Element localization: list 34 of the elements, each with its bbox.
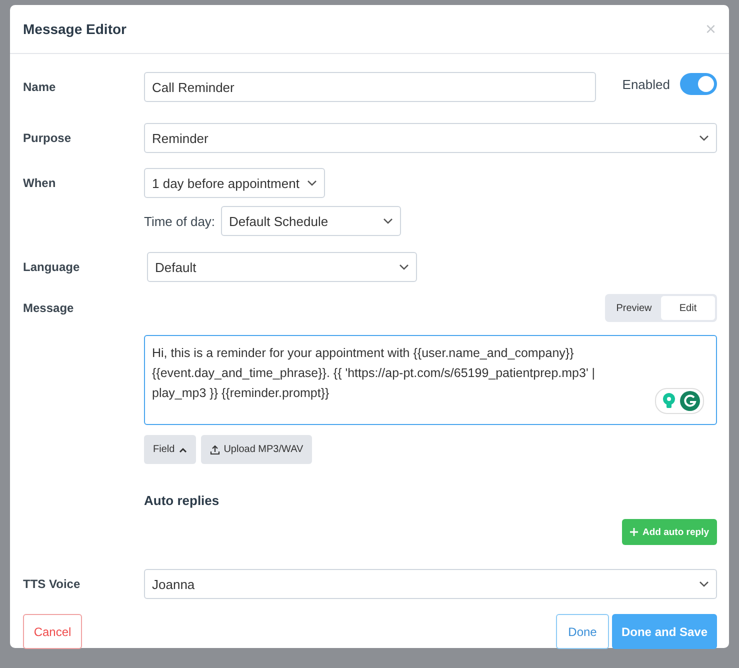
when-dropdown[interactable]: 1 day before appointment [144, 168, 326, 198]
purpose-dropdown[interactable]: Reminder [144, 123, 717, 153]
time-of-day-dropdown[interactable]: Default Schedule [221, 206, 402, 236]
field-menu-button[interactable]: Field [144, 435, 196, 464]
field-label: Name [23, 80, 57, 94]
tts-voice-dropdown[interactable]: Joanna [144, 569, 717, 599]
field-label: When [23, 176, 57, 190]
cancel-button[interactable]: Cancel [23, 614, 82, 649]
upload-icon [210, 444, 220, 454]
language-dropdown[interactable]: Default [147, 252, 417, 282]
toggle-label: Enabled [622, 77, 670, 92]
message-field[interactable]: Hi, this is a reminder for your appointment with {{user.name_and_company}} {{event.day_and_time_phrase}}. {{ 'https://ap-pt.com/s/65199_patientprep.mp3' | play_mp3 }} {{reminder.prompt}} [144, 335, 717, 425]
lightbulb-icon [662, 392, 676, 410]
view-tab[interactable]: Preview [607, 296, 661, 320]
enabled-toggle[interactable] [680, 73, 717, 95]
field-label: Message [23, 301, 75, 315]
plus-icon [630, 528, 638, 536]
chevron-down-icon [399, 264, 409, 270]
field-label: Time of day: [144, 214, 216, 228]
name-field[interactable]: Call Reminder [144, 72, 596, 102]
upload-button[interactable]: Upload MP3/WAV [200, 435, 312, 464]
field-label: Language [23, 260, 81, 274]
field-label: Purpose [23, 131, 72, 145]
message-text: Hi, this is a reminder for your appointment with {{user.name_and_company}} {{event.day_and_time_phrase}}. {{ 'https://ap-pt.com/s/65199_patientprep.mp3' | play_mp3 }} {{reminder.prompt}} [152, 345, 596, 402]
caret-up-icon [178, 446, 187, 452]
writing-assistant-badge[interactable] [655, 388, 704, 414]
view-tab[interactable]: Edit [661, 296, 715, 320]
chevron-down-icon [699, 135, 709, 141]
chevron-down-icon [699, 581, 709, 587]
section-title: Auto replies [144, 493, 220, 508]
field-label: TTS Voice [23, 577, 82, 591]
dialog-title: Message Editor [23, 21, 128, 37]
chevron-down-icon [307, 180, 318, 186]
chevron-down-icon [383, 218, 394, 224]
